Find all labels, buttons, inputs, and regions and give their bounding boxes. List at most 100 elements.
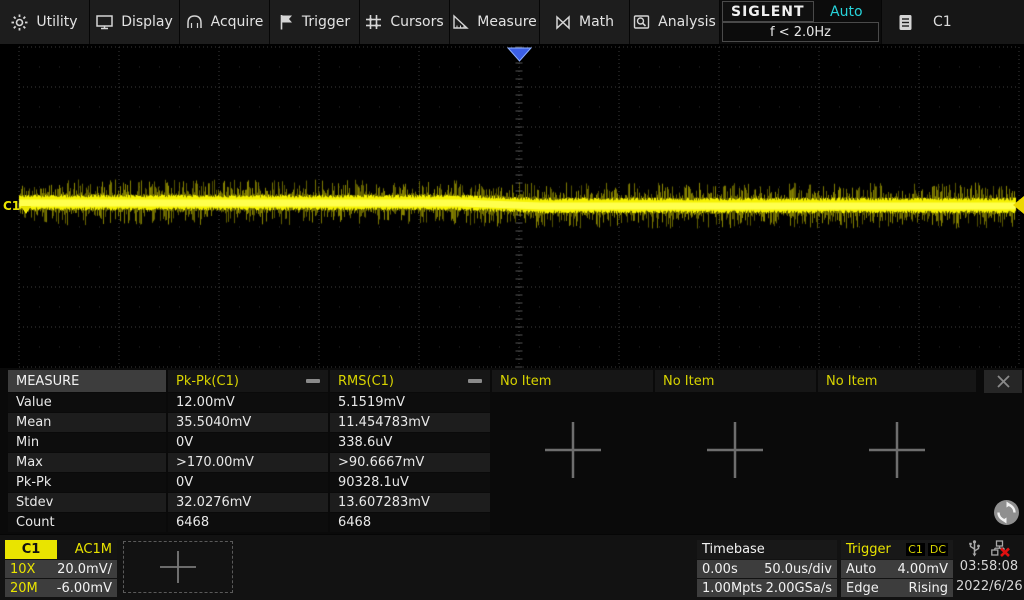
acquire-arch-icon	[186, 14, 203, 30]
menu-measure-label: Measure	[477, 14, 537, 30]
siglent-logo: SIGLENT	[722, 1, 814, 22]
analysis-magnifier-icon	[633, 14, 650, 30]
add-measurement-button-1[interactable]	[543, 420, 603, 480]
measure-row-max: Max>170.00mV>90.6667mV	[8, 453, 490, 472]
measure-col-rms-label: RMS(C1)	[338, 374, 394, 389]
measure-col-empty-2[interactable]: No Item	[655, 370, 816, 392]
measure-value-pkpk: 32.0276mV	[168, 493, 328, 512]
timebase-scale: 50.0us/div	[764, 562, 832, 577]
measure-row-value: Value12.00mV5.1519mV	[8, 393, 490, 412]
menu-display-label: Display	[121, 14, 173, 30]
channel1-offset-label: C1	[3, 199, 20, 213]
menu-display[interactable]: Display	[90, 0, 180, 44]
channel-selector[interactable]: C1	[882, 0, 1024, 44]
trigger-mode: Auto	[846, 562, 876, 577]
plus-icon	[543, 420, 603, 480]
measure-value-pkpk: 12.00mV	[168, 393, 328, 412]
channel1-offset-marker[interactable]: C1	[3, 198, 31, 214]
measure-value-rms: 11.454783mV	[330, 413, 490, 432]
measure-value-pkpk: 0V	[168, 473, 328, 492]
measure-row-count: Count64686468	[8, 513, 490, 532]
measure-row-label: Max	[8, 453, 166, 472]
measure-value-pkpk: 6468	[168, 513, 328, 532]
measure-value-pkpk: 0V	[168, 433, 328, 452]
menu-acquire-label: Acquire	[211, 14, 264, 30]
measure-value-pkpk: 35.5040mV	[168, 413, 328, 432]
trigger-slope: Rising	[908, 581, 948, 596]
remove-measurement-icon[interactable]	[468, 379, 482, 383]
close-icon	[996, 374, 1011, 389]
measure-row-label: Min	[8, 433, 166, 452]
trigger-source-badge: C1	[906, 543, 925, 556]
clock-time[interactable]: 03:58:08	[956, 557, 1022, 577]
timebase-samplerate: 2.00GSa/s	[766, 581, 832, 596]
flag-icon	[279, 14, 294, 30]
trigger-coupling-badge: DC	[928, 543, 948, 556]
measure-col-pkpk[interactable]: Pk-Pk(C1)	[168, 370, 328, 392]
plus-icon	[156, 549, 200, 585]
waveform-display[interactable]: C1	[0, 44, 1024, 368]
channel1-offset-value: -6.00mV	[57, 581, 112, 596]
close-measure-button[interactable]	[984, 370, 1022, 393]
list-icon	[898, 14, 913, 31]
measure-row-label: Value	[8, 393, 166, 412]
menu-utility[interactable]: Utility	[0, 0, 90, 44]
reset-statistics-button[interactable]	[993, 499, 1020, 526]
no-item-label: No Item	[663, 374, 714, 389]
channel1-descriptor[interactable]: C1 AC1M 10X 20.0mV/ 20M -6.00mV	[5, 540, 117, 597]
cursors-grid-icon	[365, 14, 382, 30]
trigger-type: Edge	[846, 581, 879, 596]
add-measurement-button-2[interactable]	[705, 420, 765, 480]
measure-row-label: Count	[8, 513, 166, 532]
menu-cursors[interactable]: Cursors	[360, 0, 450, 44]
menu-acquire[interactable]: Acquire	[180, 0, 270, 44]
measure-row-label: Mean	[8, 413, 166, 432]
channel1-coupling: AC1M	[57, 540, 117, 559]
remove-measurement-icon[interactable]	[306, 379, 320, 383]
measure-row-pkpk: Pk-Pk0V90328.1uV	[8, 473, 490, 492]
measure-value-rms: 13.607283mV	[330, 493, 490, 512]
lan-disconnected-icon[interactable]	[991, 540, 1010, 557]
measure-col-rms[interactable]: RMS(C1)	[330, 370, 490, 392]
menu-analysis[interactable]: Analysis	[630, 0, 720, 44]
measure-value-rms: 90328.1uV	[330, 473, 490, 492]
menu-trigger[interactable]: Trigger	[270, 0, 360, 44]
trigger-position-marker[interactable]	[0, 44, 1024, 68]
measure-panel: MEASURE Pk-Pk(C1) RMS(C1) No Item No Ite…	[0, 368, 1024, 534]
measure-row-min: Min0V338.6uV	[8, 433, 490, 452]
menu-analysis-label: Analysis	[658, 14, 716, 30]
measure-col-empty-3[interactable]: No Item	[818, 370, 976, 392]
bottom-status-bar: C1 AC1M 10X 20.0mV/ 20M -6.00mV Timebase…	[0, 534, 1024, 600]
menu-measure[interactable]: Measure	[450, 0, 540, 44]
channel1-scale: 20.0mV/	[57, 562, 112, 577]
menu-trigger-label: Trigger	[302, 14, 350, 30]
channel1-trace	[0, 44, 1024, 368]
trigger-level-marker[interactable]	[1013, 196, 1024, 214]
trigger-descriptor[interactable]: Trigger C1 DC Auto 4.00mV Edge Rising	[841, 540, 953, 597]
measure-value-rms: 338.6uV	[330, 433, 490, 452]
measure-value-pkpk: >170.00mV	[168, 453, 328, 472]
measure-value-rms: 5.1519mV	[330, 393, 490, 412]
menu-utility-label: Utility	[36, 14, 77, 30]
channel1-badge: C1	[5, 540, 57, 559]
timebase-title: Timebase	[697, 540, 837, 559]
frequency-counter: f < 2.0Hz	[722, 22, 879, 42]
menu-cursors-label: Cursors	[390, 14, 443, 30]
math-bowtie-icon	[555, 15, 571, 30]
usb-icon[interactable]	[968, 540, 981, 557]
measure-row-mean: Mean35.5040mV11.454783mV	[8, 413, 490, 432]
measure-value-rms: >90.6667mV	[330, 453, 490, 472]
add-measurement-button-3[interactable]	[867, 420, 927, 480]
add-channel-button[interactable]	[123, 541, 233, 593]
display-icon	[96, 14, 113, 30]
timebase-descriptor[interactable]: Timebase 0.00s 50.0us/div 1.00Mpts 2.00G…	[697, 540, 837, 597]
measure-col-empty-1[interactable]: No Item	[492, 370, 653, 392]
channel1-bandwidth: 20M	[10, 581, 38, 596]
plus-icon	[867, 420, 927, 480]
channel-selector-label: C1	[933, 14, 952, 30]
menu-math[interactable]: Math	[540, 0, 630, 44]
measure-triangle-icon	[452, 14, 469, 30]
trigger-mode-status[interactable]: Auto	[814, 1, 879, 22]
clock-date[interactable]: 2022/6/26	[956, 577, 1022, 597]
measure-table-body: Value12.00mV5.1519mVMean35.5040mV11.4547…	[8, 393, 490, 533]
